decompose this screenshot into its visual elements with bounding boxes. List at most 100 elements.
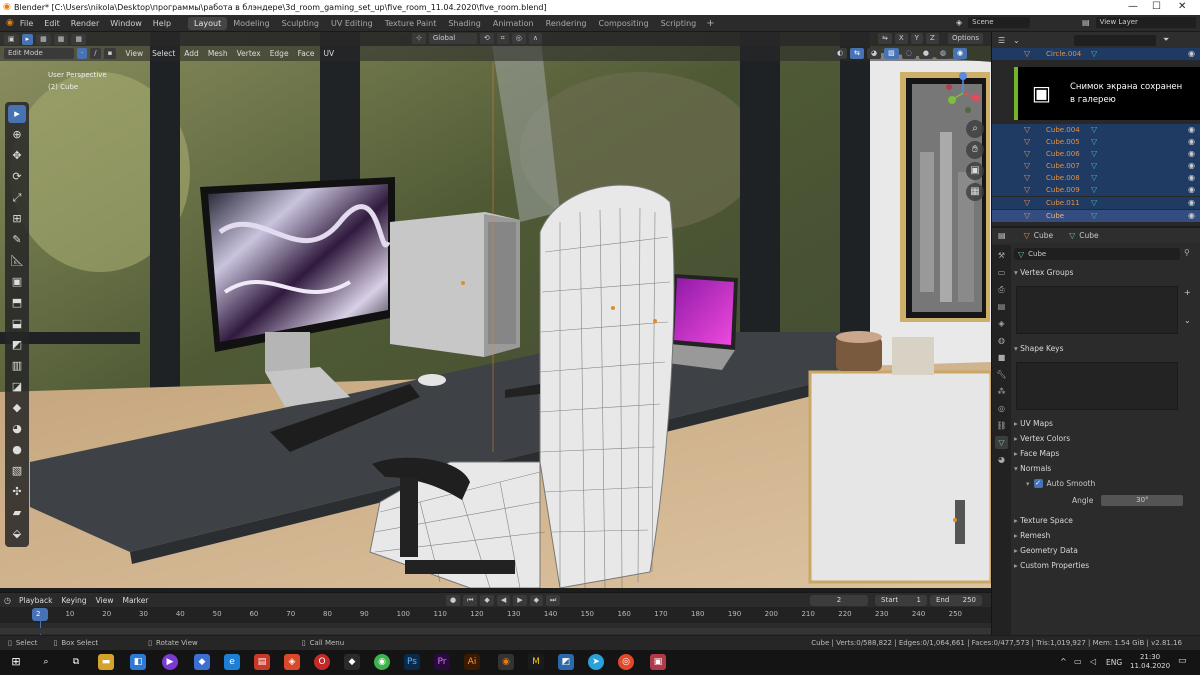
menu-window[interactable]: Window (110, 19, 142, 28)
smooth-tool-icon[interactable]: ● (8, 441, 26, 459)
tool-select-icon[interactable]: ▸ (21, 33, 34, 45)
next-keyframe-icon[interactable]: ◆ (529, 595, 543, 606)
object-tab-icon[interactable]: ■ (995, 351, 1008, 364)
vertex-groups-list[interactable] (1016, 286, 1178, 334)
shape-keys-list[interactable] (1016, 362, 1178, 410)
options-dropdown[interactable]: Options (948, 33, 984, 44)
cursor-tool-icon[interactable]: ⊕ (8, 126, 26, 144)
visibility-eye-icon[interactable]: ◉ (1188, 210, 1195, 222)
mirror-x-toggle[interactable]: X (894, 33, 908, 44)
section-texture-space[interactable]: Texture Space (1014, 516, 1073, 525)
menu-render[interactable]: Render (71, 19, 99, 28)
menu-help[interactable]: Help (153, 19, 171, 28)
tab-shading[interactable]: Shading (442, 17, 487, 30)
timeline-menu-marker[interactable]: Marker (122, 596, 148, 605)
tab-rendering[interactable]: Rendering (540, 17, 593, 30)
document-app-icon[interactable]: ▤ (254, 654, 270, 670)
proportional-edit-icon[interactable]: ◎ (511, 33, 526, 44)
visibility-eye-icon[interactable]: ◉ (1188, 197, 1195, 209)
visibility-eye-icon[interactable]: ◉ (1188, 124, 1195, 136)
display-mode-icon[interactable]: ⌄ (1013, 36, 1020, 45)
camera-view-icon[interactable]: ▣ (966, 162, 984, 180)
3d-viewport[interactable]: ▣ ▸ ▦ ▦ ▦ ⊹ Global ⟲ ⌗ ◎ ∧ ⇋ X Y Z Optio… (0, 32, 991, 588)
timeline[interactable]: ◷ Playback Keying View Marker ● ⏮ ◆ ◀ ▶ ◆ ⏭… (0, 592, 991, 635)
subpanel-expand-icon[interactable]: ▾ (1026, 480, 1030, 488)
vertex-select-icon[interactable]: · (77, 48, 88, 59)
end-frame-field[interactable]: End 250 (930, 595, 982, 606)
timeline-menu-view[interactable]: View (96, 596, 114, 605)
game-app-icon[interactable]: ◆ (194, 654, 210, 670)
falloff-icon[interactable]: ∧ (528, 33, 542, 44)
viewport-menu-uv[interactable]: UV (324, 49, 335, 58)
tab-compositing[interactable]: Compositing (593, 17, 655, 30)
remote-app-icon[interactable]: ◩ (558, 654, 574, 670)
autodesk-icon[interactable]: ◆ (344, 654, 360, 670)
section-vertex-colors[interactable]: Vertex Colors (1014, 434, 1070, 443)
outliner-row[interactable]: ▽ Cube.011 ▽ ◉ (992, 197, 1200, 209)
add-workspace-icon[interactable]: + (706, 18, 714, 29)
opera-icon[interactable]: O (314, 654, 330, 670)
section-geometry-data[interactable]: Geometry Data (1014, 546, 1078, 555)
pin-icon[interactable]: ⚲ (1184, 248, 1190, 257)
timeline-menu-playback[interactable]: Playback (19, 596, 52, 605)
face-select-icon[interactable]: ▪ (103, 48, 117, 59)
bevel-tool-icon[interactable]: ◩ (8, 336, 26, 354)
visibility-eye-icon[interactable]: ◉ (1188, 184, 1195, 196)
shrink-fatten-tool-icon[interactable]: ✣ (8, 483, 26, 501)
outliner-search-input[interactable] (1073, 34, 1156, 46)
illustrator-icon[interactable]: Ai (464, 654, 480, 670)
3d-app-icon[interactable]: ◈ (284, 654, 300, 670)
language-indicator[interactable]: ENG (1106, 658, 1122, 667)
select-mode-subtract-icon[interactable]: ▦ (71, 33, 87, 45)
material-tab-icon[interactable]: ◕ (995, 453, 1008, 466)
add-vertex-group-icon[interactable]: + (1184, 288, 1191, 297)
visibility-eye-icon[interactable]: ◉ (1188, 148, 1195, 160)
outliner-row[interactable]: ▽ Cube.008 ▽ ◉ (992, 172, 1200, 184)
maximize-icon[interactable]: ☐ (1152, 1, 1161, 12)
render-tab-icon[interactable]: ▭ (995, 266, 1008, 279)
outliner-row[interactable]: ▽ Cube.006 ▽ ◉ (992, 148, 1200, 160)
mirror-z-toggle[interactable]: Z (925, 33, 939, 44)
filter-icon[interactable]: ⏷ (1163, 35, 1169, 45)
constraints-tab-icon[interactable]: ⛓︎ (995, 419, 1008, 432)
rotate-tool-icon[interactable]: ⟳ (8, 168, 26, 186)
tab-scripting[interactable]: Scripting (655, 17, 703, 30)
xray-toggle-icon[interactable]: ▨ (884, 48, 899, 59)
select-box-tool-icon[interactable]: ▸ (8, 105, 26, 123)
shading-rendered-icon[interactable]: ◉ (953, 48, 968, 59)
scene-tab-icon[interactable]: ◈ (995, 317, 1008, 330)
tab-animation[interactable]: Animation (487, 17, 540, 30)
photoshop-icon[interactable]: Ps (404, 654, 420, 670)
particles-tab-icon[interactable]: ⁂ (995, 385, 1008, 398)
shading-solid-icon[interactable]: ● (918, 48, 933, 59)
properties-editor[interactable]: ▤ ▽ Cube ▽ Cube ⚒ ▭ ⎙ ▤ ◈ ◍ ■ 🔧︎ ⁂ ◎ ⛓︎ … (991, 228, 1200, 635)
edge-select-icon[interactable]: / (90, 48, 101, 59)
viewport-menu-edge[interactable]: Edge (270, 49, 289, 58)
select-mode-extend-icon[interactable]: ▦ (53, 33, 69, 45)
properties-editor-icon[interactable]: ▤ (998, 231, 1006, 240)
visibility-eye-icon[interactable]: ◉ (1188, 160, 1195, 172)
play-icon[interactable]: ▶ (513, 595, 527, 606)
close-icon[interactable]: ✕ (1178, 1, 1186, 12)
menu-edit[interactable]: Edit (44, 19, 60, 28)
tab-sculpting[interactable]: Sculpting (276, 17, 325, 30)
record-icon[interactable]: ● (446, 595, 461, 606)
jump-start-icon[interactable]: ⏮ (463, 595, 478, 606)
angle-field[interactable]: 30° (1101, 495, 1184, 506)
outliner-row[interactable]: ▽ Cube.007 ▽ ◉ (992, 160, 1200, 172)
move-tool-icon[interactable]: ✥ (8, 147, 26, 165)
blender-taskbar-icon[interactable]: ◉ (498, 654, 514, 670)
prev-keyframe-icon[interactable]: ◆ (480, 595, 494, 606)
mirror-y-toggle[interactable]: Y (910, 33, 923, 44)
tab-uv-editing[interactable]: UV Editing (325, 17, 379, 30)
shading-wireframe-icon[interactable]: ◌ (901, 48, 916, 59)
shading-material-icon[interactable]: ◍ (935, 48, 951, 59)
jump-end-icon[interactable]: ⏭ (545, 595, 561, 606)
tool-tab-icon[interactable]: ⚒ (995, 249, 1008, 262)
android-icon[interactable]: ◉ (374, 654, 390, 670)
outliner-row[interactable]: ▽ Cube ▽ ◉ (992, 210, 1200, 222)
section-vertex-groups[interactable]: Vertex Groups (1014, 268, 1073, 277)
section-remesh[interactable]: Remesh (1014, 531, 1050, 540)
mode-dropdown[interactable]: Edit Mode (4, 48, 74, 59)
scene-field[interactable]: Scene (968, 17, 1031, 28)
